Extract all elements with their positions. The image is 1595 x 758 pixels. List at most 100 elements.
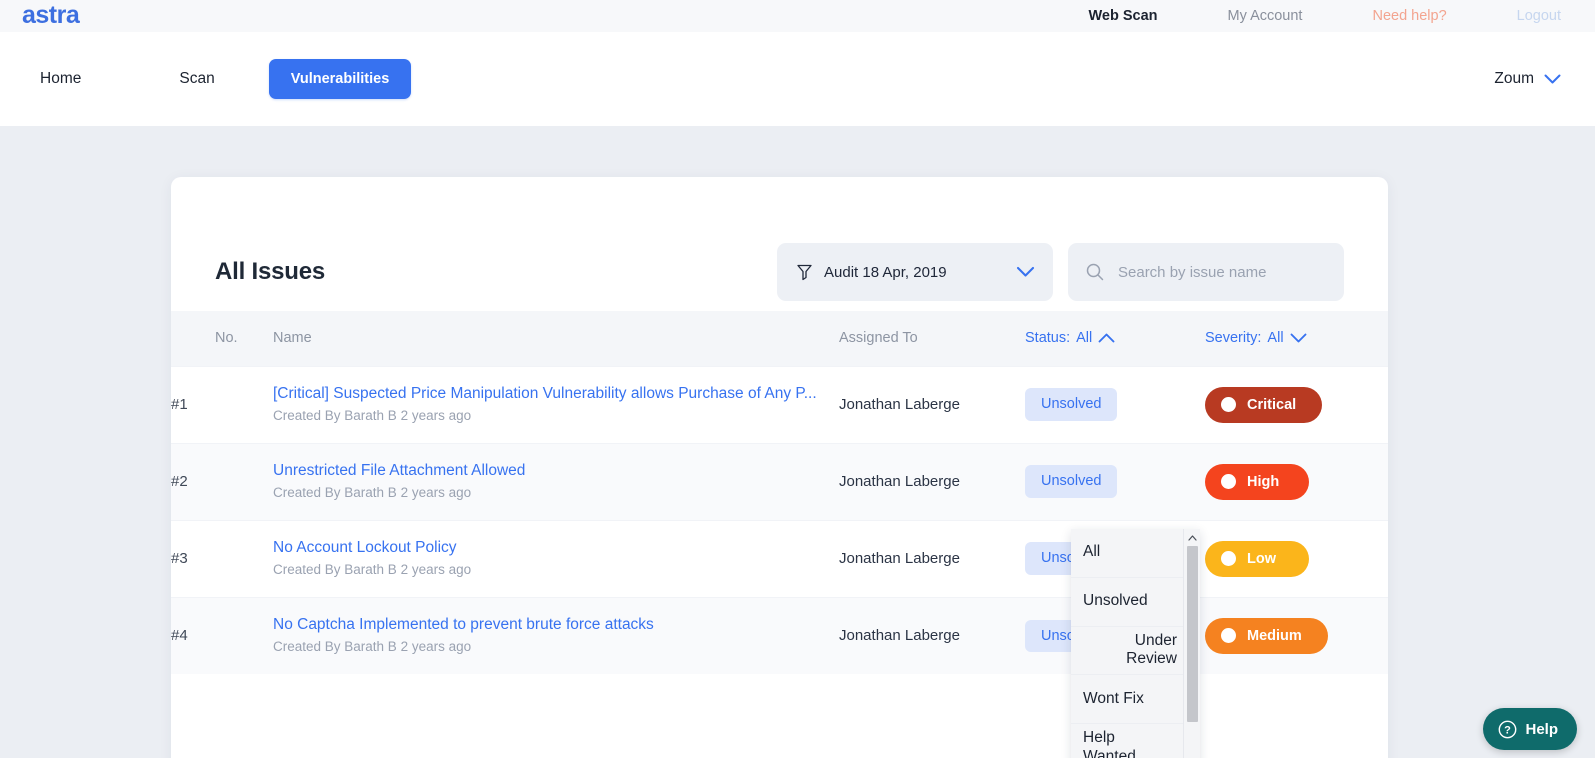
page-title: All Issues: [215, 258, 325, 286]
row-number: #2: [171, 443, 273, 520]
status-filter-toggle[interactable]: Status: All: [1025, 330, 1115, 346]
status-filter-dropdown[interactable]: All Unsolved Under Review Wont Fix Help …: [1071, 529, 1200, 758]
chevron-down-icon: [1290, 333, 1307, 343]
severity-dot-icon: [1221, 551, 1236, 566]
chevron-up-icon: [1098, 333, 1115, 343]
scrollbar-thumb[interactable]: [1187, 546, 1198, 722]
filter-controls: Audit 18 Apr, 2019: [777, 243, 1344, 301]
assignee-name: Jonathan Laberge: [839, 396, 960, 413]
status-option-all[interactable]: All: [1071, 529, 1183, 578]
severity-label: Medium: [1247, 628, 1302, 644]
status-option-unsolved[interactable]: Unsolved: [1071, 578, 1183, 627]
status-option-wont-fix[interactable]: Wont Fix: [1071, 675, 1183, 724]
issue-meta: Created By Barath B 2 years ago: [273, 408, 471, 423]
issues-table-body: #1 [Critical] Suspected Price Manipulati…: [171, 366, 1388, 674]
status-badge[interactable]: Unsolved: [1025, 465, 1117, 498]
search-input[interactable]: [1118, 264, 1326, 281]
table-row[interactable]: #2 Unrestricted File Attachment Allowed …: [171, 443, 1388, 520]
topnav-item-my-account[interactable]: My Account: [1193, 8, 1338, 24]
status-option-help-wanted[interactable]: Help Wanted: [1071, 724, 1183, 758]
account-menu-label: Zoum: [1494, 70, 1534, 88]
svg-text:?: ?: [1505, 724, 1512, 736]
row-number: #4: [171, 597, 273, 674]
nav-item-vulnerabilities[interactable]: Vulnerabilities: [269, 59, 412, 100]
astra-logo[interactable]: astra: [22, 3, 79, 28]
row-severity-cell: Low: [1205, 520, 1388, 597]
severity-badge[interactable]: Critical: [1205, 387, 1322, 423]
status-filter-prefix: Status:: [1025, 330, 1070, 346]
row-name-cell: [Critical] Suspected Price Manipulation …: [273, 366, 839, 443]
issue-meta: Created By Barath B 2 years ago: [273, 485, 471, 500]
topnav-item-need-help[interactable]: Need help?: [1337, 8, 1481, 24]
row-severity-cell: High: [1205, 443, 1388, 520]
issue-link[interactable]: [Critical] Suspected Price Manipulation …: [273, 385, 839, 403]
status-dropdown-scrollbar[interactable]: [1183, 529, 1200, 758]
table-row[interactable]: #4 No Captcha Implemented to prevent bru…: [171, 597, 1388, 674]
assignee-name: Jonathan Laberge: [839, 627, 960, 644]
status-filter-value: All: [1076, 330, 1092, 346]
row-severity-cell: Critical: [1205, 366, 1388, 443]
row-assignee-cell: Jonathan Laberge: [839, 443, 1025, 520]
top-utility-bar: astra Web Scan My Account Need help? Log…: [0, 0, 1595, 32]
status-option-under-review[interactable]: Under Review: [1071, 627, 1183, 676]
top-nav: Web Scan My Account Need help? Logout: [1053, 8, 1595, 24]
account-menu-zoum[interactable]: Zoum: [1494, 70, 1561, 88]
column-header-name: Name: [273, 311, 839, 366]
main-nav-bar: Home Scan Vulnerabilities Zoum: [0, 32, 1595, 126]
audit-date-label: Audit 18 Apr, 2019: [824, 264, 947, 281]
topnav-item-logout[interactable]: Logout: [1482, 8, 1561, 24]
help-widget-button[interactable]: ? Help: [1483, 708, 1577, 750]
severity-filter-prefix: Severity:: [1205, 330, 1261, 346]
severity-filter-value: All: [1267, 330, 1283, 346]
severity-dot-icon: [1221, 397, 1236, 412]
assignee-name: Jonathan Laberge: [839, 473, 960, 490]
column-header-no: No.: [171, 311, 273, 366]
column-header-severity: Severity: All: [1205, 311, 1388, 366]
issue-link[interactable]: No Account Lockout Policy: [273, 539, 839, 557]
table-row[interactable]: #3 No Account Lockout Policy Created By …: [171, 520, 1388, 597]
issue-link[interactable]: No Captcha Implemented to prevent brute …: [273, 616, 839, 634]
card-header: All Issues Audit 18 Apr, 2019: [171, 177, 1388, 311]
severity-badge[interactable]: Low: [1205, 541, 1309, 577]
severity-dot-icon: [1221, 474, 1236, 489]
severity-badge[interactable]: High: [1205, 464, 1309, 500]
question-mark-circle-icon: ?: [1498, 720, 1517, 739]
row-severity-cell: Medium: [1205, 597, 1388, 674]
severity-label: High: [1247, 474, 1279, 490]
page-body: All Issues Audit 18 Apr, 2019: [0, 126, 1595, 758]
search-box[interactable]: [1068, 243, 1344, 301]
row-number: #1: [171, 366, 273, 443]
scrollbar-track[interactable]: [1184, 546, 1200, 755]
search-icon: [1086, 263, 1104, 281]
chevron-down-icon: [1544, 74, 1561, 85]
row-assignee-cell: Jonathan Laberge: [839, 520, 1025, 597]
severity-dot-icon: [1221, 628, 1236, 643]
help-widget-label: Help: [1525, 721, 1558, 738]
scroll-up-arrow-icon[interactable]: [1184, 529, 1201, 546]
audit-date-select[interactable]: Audit 18 Apr, 2019: [777, 243, 1053, 301]
issue-meta: Created By Barath B 2 years ago: [273, 562, 471, 577]
severity-badge[interactable]: Medium: [1205, 618, 1328, 654]
table-row[interactable]: #1 [Critical] Suspected Price Manipulati…: [171, 366, 1388, 443]
issues-table: No. Name Assigned To Status: All: [171, 311, 1388, 674]
status-dropdown-list: All Unsolved Under Review Wont Fix Help …: [1071, 529, 1183, 758]
nav-item-home[interactable]: Home: [40, 70, 141, 88]
severity-label: Low: [1247, 551, 1276, 567]
row-name-cell: No Captcha Implemented to prevent brute …: [273, 597, 839, 674]
assignee-name: Jonathan Laberge: [839, 550, 960, 567]
row-name-cell: Unrestricted File Attachment Allowed Cre…: [273, 443, 839, 520]
column-header-status: Status: All: [1025, 311, 1205, 366]
issue-meta: Created By Barath B 2 years ago: [273, 639, 471, 654]
row-status-cell: Unsolved: [1025, 443, 1205, 520]
status-badge[interactable]: Unsolved: [1025, 388, 1117, 421]
nav-item-scan[interactable]: Scan: [141, 70, 252, 88]
issues-table-head: No. Name Assigned To Status: All: [171, 311, 1388, 366]
topnav-item-web-scan[interactable]: Web Scan: [1053, 8, 1192, 24]
table-header-row: No. Name Assigned To Status: All: [171, 311, 1388, 366]
row-name-cell: No Account Lockout Policy Created By Bar…: [273, 520, 839, 597]
row-number: #3: [171, 520, 273, 597]
severity-label: Critical: [1247, 397, 1296, 413]
severity-filter-toggle[interactable]: Severity: All: [1205, 330, 1307, 346]
issue-link[interactable]: Unrestricted File Attachment Allowed: [273, 462, 839, 480]
row-assignee-cell: Jonathan Laberge: [839, 366, 1025, 443]
